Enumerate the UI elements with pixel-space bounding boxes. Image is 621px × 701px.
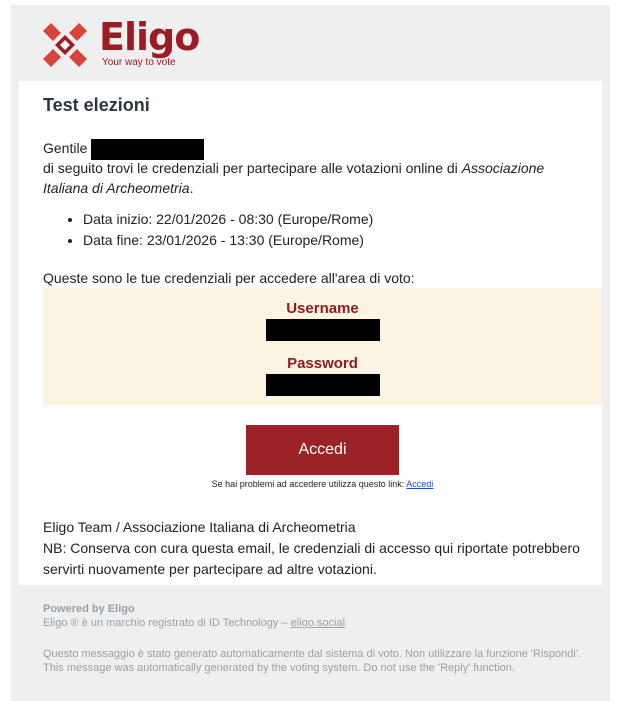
voting-dates-list: Data inizio: 22/01/2026 - 08:30 (Europe/…: [43, 209, 373, 251]
redacted-username: [265, 319, 380, 341]
intro-text: di seguito trovi le credenziali per part…: [43, 160, 462, 176]
password-label: Password: [287, 355, 358, 372]
trademark-line: Eligo ® è un marchio registrato di ID Te…: [43, 616, 603, 630]
login-button[interactable]: Accedi: [246, 425, 399, 475]
help-text: Se hai problemi ad accedere utilizza que…: [211, 479, 407, 489]
site-link[interactable]: eligo.social: [291, 617, 345, 629]
credentials-box: Username Password: [43, 288, 602, 405]
powered-by: Powered by Eligo: [43, 603, 135, 615]
redacted-name: [91, 138, 205, 160]
start-date: Data inizio: 22/01/2026 - 08:30 (Europe/…: [83, 209, 373, 230]
greeting-text: Gentile: [43, 140, 88, 156]
username-label: Username: [286, 300, 359, 317]
email-frame: Eligo Your way to vote Test elezioni Gen…: [11, 5, 610, 701]
nb-note: NB: Conserva con cura questa email, le c…: [43, 540, 580, 577]
intro-end: .: [189, 180, 194, 196]
help-login-link[interactable]: Accedi: [406, 479, 433, 489]
greeting: Gentile: [43, 138, 205, 160]
signature-block: Eligo Team / Associazione Italiana di Ar…: [43, 517, 598, 580]
trademark-text: Eligo ® è un marchio registrato di ID Te…: [43, 617, 291, 629]
email-footer: Powered by Eligo Eligo ® è un marchio re…: [43, 602, 603, 675]
email-title: Test elezioni: [43, 95, 150, 115]
end-date: Data fine: 23/01/2026 - 13:30 (Europe/Ro…: [83, 230, 373, 251]
intro-paragraph: di seguito trovi le credenziali per part…: [43, 158, 578, 198]
redacted-password: [265, 374, 380, 396]
eligo-logo-icon: [43, 23, 87, 67]
signature: Eligo Team / Associazione Italiana di Ar…: [43, 519, 356, 535]
brand-tagline: Your way to vote: [102, 57, 176, 68]
brand-name: Eligo: [99, 15, 200, 59]
credentials-intro: Queste sono le tue credenziali per acced…: [43, 270, 415, 286]
email-header: Eligo Your way to vote: [11, 5, 610, 81]
email-body: Test elezioni Gentile di seguito trovi l…: [19, 81, 602, 585]
disclaimer: Questo messaggio è stato generato automa…: [43, 648, 581, 674]
help-line: Se hai problemi ad accedere utilizza que…: [19, 478, 621, 490]
